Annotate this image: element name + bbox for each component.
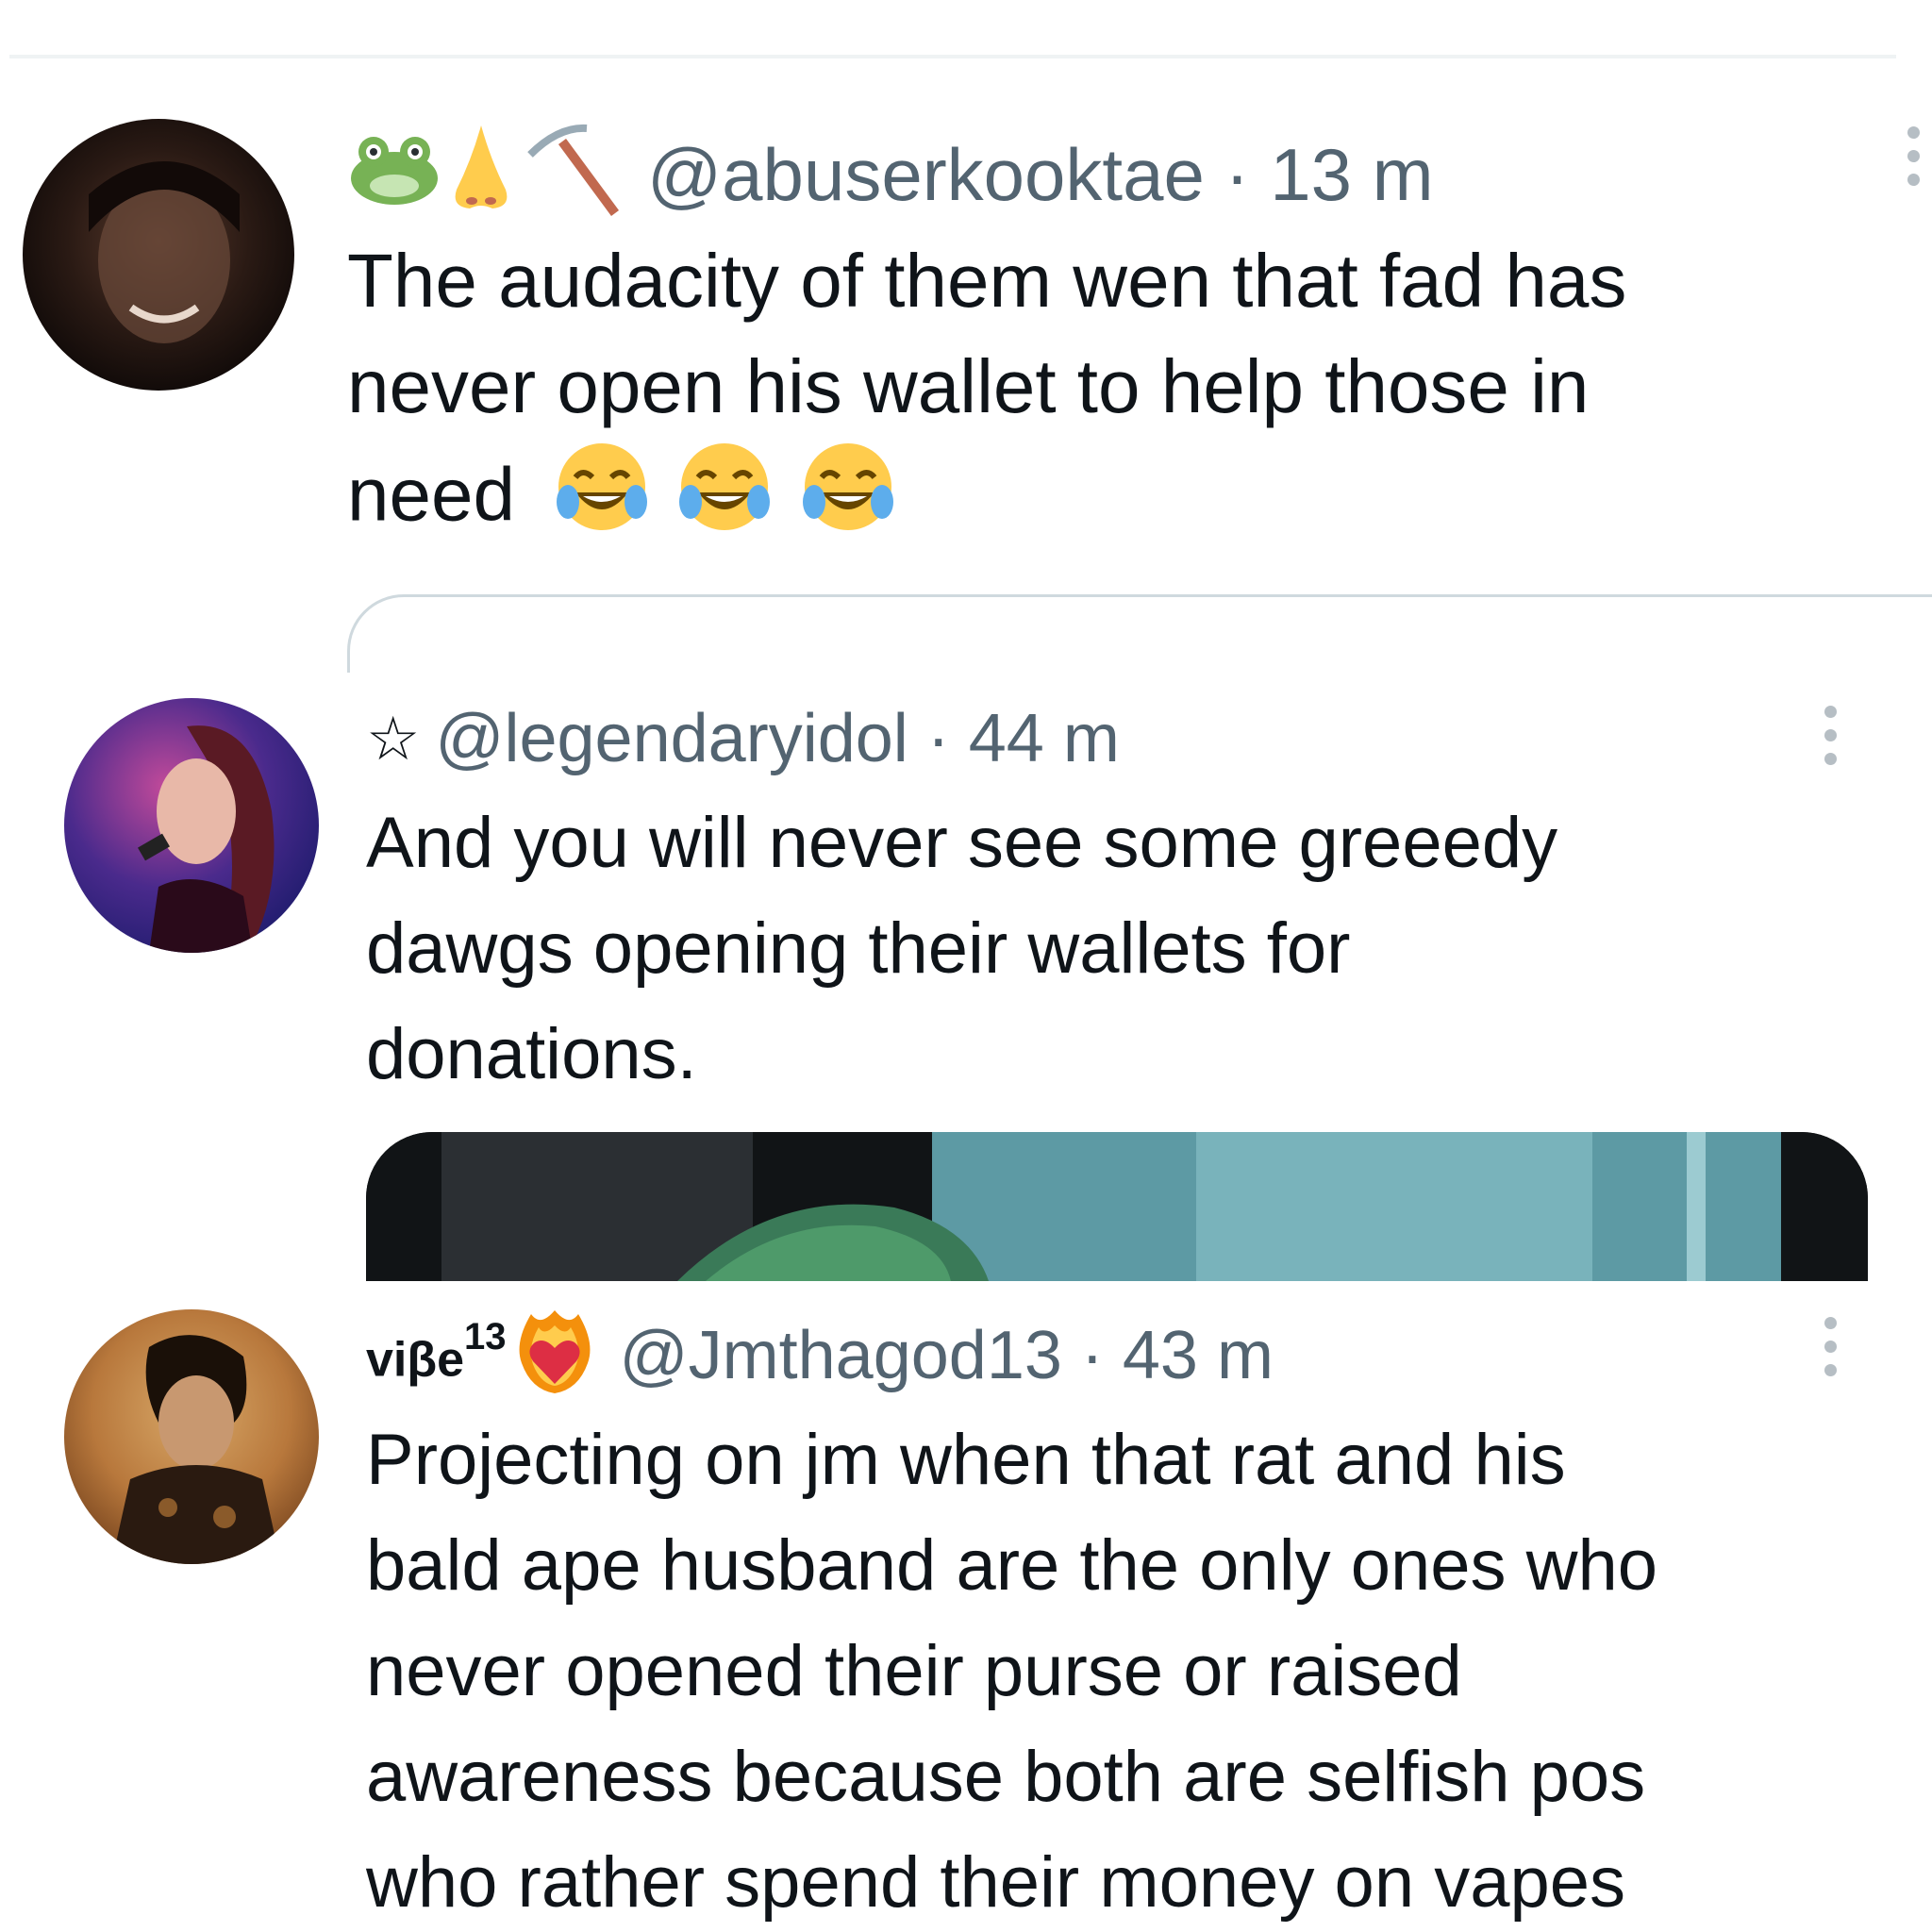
tweet-time[interactable]: 13 m	[1270, 138, 1433, 211]
laughing-crying-icon	[677, 440, 772, 561]
tweet-header: ☆ @legendaryidol · 44 m	[366, 696, 1120, 781]
more-options-icon[interactable]	[1904, 126, 1923, 197]
text-line: never opened their purse or raised	[366, 1631, 1462, 1711]
media-preview[interactable]	[366, 1132, 1868, 1281]
heart-on-fire-icon	[512, 1305, 597, 1407]
tweet-handle[interactable]: @Jmthagod13	[620, 1322, 1062, 1390]
text-line: donations.	[366, 1014, 697, 1094]
more-options-icon[interactable]	[1821, 706, 1840, 776]
tweet-handle[interactable]: @legendaryidol	[435, 705, 908, 773]
display-name-superscript: 13	[464, 1315, 507, 1357]
text-line: The audacity of them wen that fad has	[347, 239, 1627, 323]
display-name[interactable]: viβe13	[366, 1318, 507, 1388]
reply-thread: @abuserkooktae · 13 m The audacity of th…	[0, 0, 1932, 1932]
tweet-text: And you will never see some greeedy dawg…	[366, 791, 1894, 1108]
text-line: awareness because both are selfish pos	[366, 1737, 1646, 1817]
avatar[interactable]	[64, 1309, 319, 1564]
text-line: need	[347, 440, 1894, 561]
avatar[interactable]	[64, 698, 319, 953]
text-line: Projecting on jm when that rat and his	[366, 1420, 1566, 1500]
separator: ·	[1204, 133, 1271, 216]
quote-card[interactable]	[347, 594, 1932, 673]
media-image	[366, 1132, 1868, 1281]
avatar-photo	[89, 161, 240, 343]
text-line: never open his wallet to help those in	[347, 344, 1590, 428]
tweet-text: The audacity of them wen that fad has ne…	[347, 228, 1894, 561]
separator: ·	[1061, 1318, 1123, 1393]
frog-icon	[349, 131, 440, 218]
divider	[9, 55, 1896, 58]
avatar-photo	[111, 1335, 281, 1564]
star-icon: ☆	[366, 705, 421, 773]
text-line: dawgs opening their wallets for	[366, 908, 1351, 989]
tweet-handle[interactable]: @abuserkooktae	[647, 138, 1205, 211]
tweet-header: @abuserkooktae · 13 m	[349, 124, 1434, 218]
avatar-photo	[138, 725, 275, 953]
text-line: bald ape husband are the only ones who	[366, 1525, 1658, 1606]
text-line: who rather spend their money on vapes	[366, 1842, 1626, 1923]
text-line: And you will never see some greeedy	[366, 803, 1558, 883]
tweet-text: Projecting on jm when that rat and his b…	[366, 1407, 1913, 1932]
display-name-text: viβe	[366, 1332, 465, 1388]
tweet-header: viβe13 @Jmthagod13 · 43 m	[366, 1310, 1274, 1398]
pick-icon	[521, 117, 625, 232]
laughing-crying-icon	[801, 440, 895, 561]
text-fragment: need	[347, 452, 515, 537]
more-options-icon[interactable]	[1821, 1317, 1840, 1388]
nose-icon	[443, 122, 519, 227]
tweet-time[interactable]: 43 m	[1123, 1322, 1274, 1390]
laughing-crying-icon	[555, 440, 649, 561]
avatar[interactable]	[23, 119, 294, 391]
tweet-time[interactable]: 44 m	[969, 705, 1120, 773]
separator: ·	[908, 701, 969, 776]
